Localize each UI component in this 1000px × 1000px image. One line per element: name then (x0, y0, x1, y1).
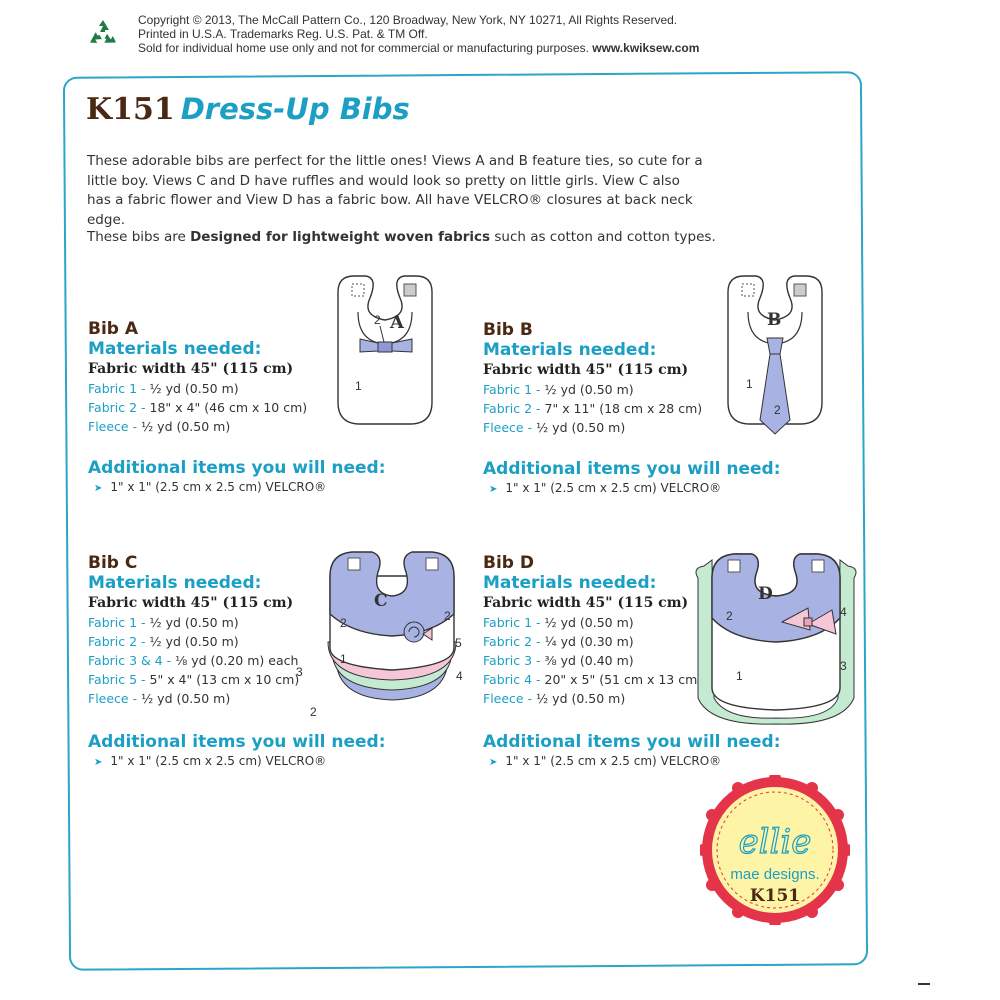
material-label: Fabric 2 - (88, 634, 150, 649)
piece-callout: 4 (456, 669, 463, 683)
piece-callout: 3 (296, 665, 303, 679)
piece-callout: 2 (310, 705, 317, 719)
badge-script: ellie (739, 822, 812, 862)
recycle-icon (86, 18, 120, 52)
material-amount: ½ yd (0.50 m) (536, 691, 626, 706)
piece-callout: 2 (340, 616, 347, 630)
piece-callout: 1 (340, 652, 347, 666)
pattern-name: Dress-Up Bibs (180, 92, 410, 126)
material-amount: ½ yd (0.50 m) (141, 419, 231, 434)
intro-paragraph: These adorable bibs are perfect for the … (87, 153, 703, 228)
additional-item: ➤ 1" x 1" (2.5 cm x 2.5 cm) VELCRO® (489, 479, 781, 499)
piece-callout: 1 (746, 377, 753, 391)
piece-callout: 3 (840, 659, 847, 673)
material-amount: ½ yd (0.50 m) (149, 381, 239, 396)
material-amount: ½ yd (0.50 m) (544, 382, 634, 397)
view-label: B (767, 310, 781, 330)
copyright-line2: Printed in U.S.A. Trademarks Reg. U.S. P… (138, 27, 428, 41)
pattern-code: K151 (86, 92, 175, 127)
bib-c-illustration: C 2 2 5 1 3 4 2 (296, 551, 463, 719)
arrow-icon: ➤ (489, 484, 498, 495)
piece-callout: 2 (444, 609, 451, 623)
material-amount: ½ yd (0.50 m) (544, 615, 634, 630)
fabric-note: These bibs are Designed for lightweight … (87, 228, 727, 247)
material-label: Fabric 2 - (483, 634, 545, 649)
material-label: Fabric 1 - (88, 615, 150, 630)
website-link[interactable]: www.kwiksew.com (592, 41, 699, 55)
material-amount: 18" x 4" (46 cm x 10 cm) (149, 400, 308, 415)
arrow-icon: ➤ (489, 757, 498, 768)
material-label: Fabric 4 - (483, 672, 545, 687)
fabric-note-pre: These bibs are (87, 229, 191, 245)
piece-callout: 5 (455, 636, 462, 650)
fabric-note-post: such as cotton and cotton types. (490, 229, 716, 245)
piece-callout: 1 (736, 669, 743, 683)
material-label: Fabric 3 & 4 - (88, 653, 176, 668)
material-amount: ½ yd (0.50 m) (141, 691, 231, 706)
material-label: Fleece - (483, 420, 537, 435)
additional-item: ➤ 1" x 1" (2.5 cm x 2.5 cm) VELCRO® (94, 752, 386, 772)
copyright-line3: Sold for individual home use only and no… (138, 41, 589, 55)
material-label: Fabric 1 - (483, 615, 545, 630)
piece-callout: 2 (726, 609, 733, 623)
additional-item-text: 1" x 1" (2.5 cm x 2.5 cm) VELCRO® (505, 754, 722, 768)
material-amount: ½ yd (0.50 m) (536, 420, 626, 435)
material-label: Fabric 1 - (483, 382, 545, 397)
arrow-icon: ➤ (94, 757, 103, 768)
material-label: Fabric 1 - (88, 381, 150, 396)
material-label: Fleece - (483, 691, 537, 706)
page-mark (918, 983, 930, 985)
material-label: Fleece - (88, 419, 142, 434)
additional-item: ➤ 1" x 1" (2.5 cm x 2.5 cm) VELCRO® (94, 478, 386, 498)
additional-item-text: 1" x 1" (2.5 cm x 2.5 cm) VELCRO® (110, 754, 327, 768)
additional-item-text: 1" x 1" (2.5 cm x 2.5 cm) VELCRO® (505, 481, 722, 495)
bib-a-illustration: A 2 1 (337, 275, 433, 425)
copyright-notice: Copyright © 2013, The McCall Pattern Co.… (138, 13, 699, 55)
piece-callout: 2 (774, 403, 781, 417)
bib-b-illustration: B 1 2 (727, 275, 823, 435)
material-amount: 7" x 11" (18 cm x 28 cm) (544, 401, 703, 416)
material-amount: ½ yd (0.50 m) (149, 615, 239, 630)
material-label: Fabric 5 - (88, 672, 150, 687)
material-label: Fabric 2 - (88, 400, 150, 415)
view-label: A (389, 312, 405, 333)
additional-heading: Additional items you will need: (483, 459, 781, 479)
page-title: K151 Dress-Up Bibs (86, 92, 410, 127)
additional-heading: Additional items you will need: (483, 732, 781, 752)
view-label: C (374, 591, 388, 611)
material-amount: ⅛ yd (0.20 m) each (175, 653, 299, 668)
material-label: Fabric 3 - (483, 653, 545, 668)
additional-item: ➤ 1" x 1" (2.5 cm x 2.5 cm) VELCRO® (489, 752, 781, 772)
additional-item-text: 1" x 1" (2.5 cm x 2.5 cm) VELCRO® (110, 480, 327, 494)
additional-heading: Additional items you will need: (88, 458, 386, 478)
copyright-line1: Copyright © 2013, The McCall Pattern Co.… (138, 13, 678, 27)
material-label: Fleece - (88, 691, 142, 706)
material-amount: 5" x 4" (13 cm x 10 cm) (149, 672, 300, 687)
piece-callout: 4 (840, 605, 847, 619)
ellie-mae-designs-badge: ellie mae designs. K151 (700, 775, 850, 925)
bib-d-illustration: D 4 2 3 1 (695, 553, 857, 725)
piece-callout: 2 (374, 313, 381, 327)
material-amount: ¼ yd (0.30 m) (544, 634, 634, 649)
piece-callout: 1 (355, 379, 362, 393)
badge-line2: mae designs. (730, 866, 819, 883)
material-amount: 20" x 5" (51 cm x 13 cm) (544, 672, 703, 687)
material-label: Fabric 2 - (483, 401, 545, 416)
arrow-icon: ➤ (94, 483, 103, 494)
additional-heading: Additional items you will need: (88, 732, 386, 752)
material-amount: ⅜ yd (0.40 m) (544, 653, 634, 668)
material-amount: ½ yd (0.50 m) (149, 634, 239, 649)
badge-code: K151 (750, 886, 800, 906)
fabric-note-bold: Designed for lightweight woven fabrics (190, 229, 491, 245)
view-label: D (758, 584, 773, 604)
